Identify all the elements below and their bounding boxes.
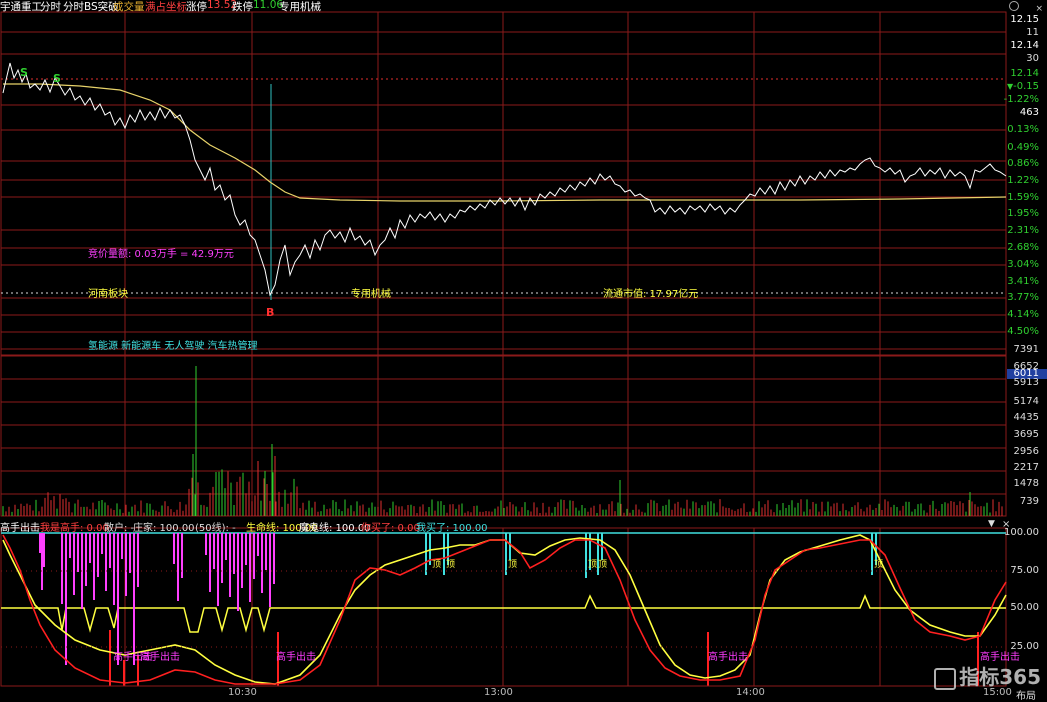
pct-tick: 2.31% <box>1007 225 1039 236</box>
pct-tick: 2.68% <box>1007 242 1039 253</box>
time-1030: 10:30 <box>228 687 257 698</box>
tick-count: 463 <box>1019 107 1039 118</box>
market-cap: 流通市值: 17.97亿元 <box>603 289 699 300</box>
pct-tick: 0.49% <box>1007 142 1039 153</box>
tab-volume[interactable]: 成交量 <box>113 0 145 14</box>
collapse-icon[interactable]: ▼ <box>988 519 995 529</box>
pct-tick: 1.95% <box>1007 208 1039 219</box>
ding-text-2: 顶 <box>446 560 456 570</box>
price-line <box>2 62 1007 297</box>
ding-text-6: 顶 <box>874 560 884 570</box>
vol-tick: 5174 <box>1013 396 1039 407</box>
close-panel-icon[interactable]: × <box>1002 519 1010 530</box>
buy-marker: B <box>266 306 275 319</box>
limit-up-label: 涨停 <box>186 1 207 13</box>
vol-tick: 7391 <box>1013 344 1039 355</box>
close-icon[interactable]: × <box>1035 4 1043 14</box>
logo-icon <box>934 667 957 690</box>
pct-tick: 1.59% <box>1007 192 1039 203</box>
pct-tick: 3.77% <box>1007 292 1039 303</box>
tab-full-coords[interactable]: 满占坐标 <box>145 0 187 14</box>
concept-tags: 氢能源 新能源车 无人驾驶 汽车热管理 <box>88 341 258 352</box>
region-board: 河南板块 <box>88 289 128 300</box>
tab-bs-breakout[interactable]: 分时BS突破 <box>63 0 119 14</box>
change-pct: -1.22% <box>1003 94 1039 105</box>
vol-tick: 1478 <box>1013 478 1039 489</box>
ind-line50: (50线): - <box>195 523 236 534</box>
vol-tick: 5913 <box>1013 377 1039 388</box>
stock-name[interactable]: 宇通重工 <box>0 0 42 14</box>
time-1400: 14:00 <box>736 687 765 698</box>
industry-board: 专用机械 <box>351 289 391 300</box>
ind-san-hu: 散户: - <box>104 523 135 534</box>
bid-count: 11 <box>1026 27 1039 38</box>
ding-text-4: 顶 <box>588 560 598 570</box>
limit-down-label: 跌停 <box>232 1 253 13</box>
ind-wo-shi: 我是高手: 0.00 <box>40 523 109 534</box>
vol-tick: 2956 <box>1013 446 1039 457</box>
sell-marker-2: S <box>53 72 61 85</box>
ding-text-1: 顶 <box>432 560 442 570</box>
vol-tick: 2217 <box>1013 462 1039 473</box>
pct-tick: 1.22% <box>1007 175 1039 186</box>
pct-tick: 4.14% <box>1007 309 1039 320</box>
vol-tick: 4435 <box>1013 412 1039 423</box>
tab-time[interactable]: 分时 <box>40 0 61 14</box>
ding-text-5: 顶 <box>598 560 608 570</box>
indicator-spikes <box>39 533 979 686</box>
price-3: 12.14 <box>1010 68 1039 79</box>
gaoshou-text-2: 高手出击 <box>140 652 180 663</box>
ask-count: 30 <box>1026 53 1039 64</box>
pct-tick: 3.04% <box>1007 259 1039 270</box>
time-1300: 13:00 <box>484 687 513 698</box>
pct-tick: 4.50% <box>1007 326 1039 337</box>
bid-volume-note: 竞价量额: 0.03万手 = 42.9万元 <box>88 249 234 260</box>
average-price-line <box>3 83 1007 202</box>
settings-icon[interactable] <box>1008 1 1019 11</box>
watermark-logo: 指标365 <box>934 661 1041 690</box>
ind-tick: 50.00 <box>1010 602 1039 613</box>
gaoshou-text-3: 高手出击 <box>276 652 316 663</box>
ind-ni-mai: 你买了: 0.00 <box>361 523 420 534</box>
ind-tick: 75.00 <box>1010 565 1039 576</box>
price-top: 12.15 <box>1010 14 1039 25</box>
pct-tick: 3.41% <box>1007 276 1039 287</box>
ind-zhuang-jia: 庄家: 100.00 <box>133 523 195 534</box>
ind-wo-mai: 我买了: 100.00 <box>416 523 488 534</box>
pct-tick: 0.13% <box>1007 124 1039 135</box>
pct-tick: 0.86% <box>1007 158 1039 169</box>
vol-tick: 739 <box>1019 496 1039 507</box>
ind-mo-gui: 魔鬼线: 100.00 <box>299 523 371 534</box>
sector-name: 专用机械 <box>279 1 321 13</box>
window-controls: × <box>1008 1 1043 14</box>
sell-marker-1: S <box>20 66 28 79</box>
vol-tick: 3695 <box>1013 429 1039 440</box>
ding-text-3: 顶 <box>508 560 518 570</box>
change-value: ▼-0.15 <box>1006 81 1039 92</box>
gaoshou-text-4: 高手出击 <box>708 652 748 663</box>
indicator-name[interactable]: 高手出击 <box>0 519 40 534</box>
price-2: 12.14 <box>1010 40 1039 51</box>
